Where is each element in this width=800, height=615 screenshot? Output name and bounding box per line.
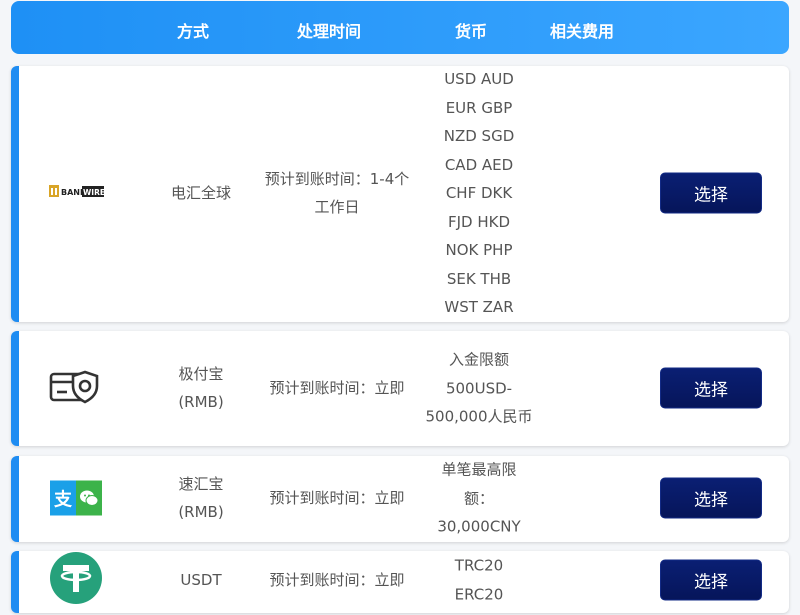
method-name: USDT [180, 571, 222, 589]
header-time: 处理时间 [297, 22, 362, 41]
currency-list: USD AUD EUR GBP NZD SGD CAD AED CHF DKK … [443, 69, 515, 316]
header-currency: 货币 [455, 22, 488, 41]
currency-list: TRC20 ERC20 [454, 556, 504, 604]
currency-note: 入金限额500USD-500,000人民币 [425, 350, 533, 426]
method-name: 电汇全球 [170, 184, 231, 202]
processing-time: 预计到账时间：1-4个工作日 [264, 170, 410, 216]
payment-row-jifubao: 极付宝(RMB) 预计到账时间：立即 入金限额500USD-500,000人民币… [11, 331, 789, 446]
alipay-icon: 支 [50, 480, 76, 516]
svg-text:WIRE: WIRE [83, 188, 105, 197]
wechat-icon [76, 480, 102, 516]
card-shield-icon [49, 366, 101, 410]
select-button[interactable]: 选择 [660, 477, 762, 519]
select-button[interactable]: 选择 [660, 172, 762, 214]
currency-note: 单笔最高限额：30,000CNY [437, 460, 521, 536]
payment-methods-page: 方式 处理时间 货币 相关费用 BANK WIRE 电汇全球 预计到账时间：1-… [0, 0, 800, 615]
bankwire-logo-icon: BANK WIRE [49, 183, 105, 203]
payment-row-suhuibao: 支 速汇宝(RMB) 预计到账时间：立即 单笔最高限额：30,000CNY 选择 [11, 456, 789, 542]
header-method: 方式 [177, 22, 210, 41]
payment-row-bankwire: BANK WIRE 电汇全球 预计到账时间：1-4个工作日 USD AUD EU… [11, 66, 789, 322]
method-name: 极付宝(RMB) [178, 365, 224, 411]
payment-row-usdt: USDT 预计到账时间：立即 TRC20 ERC20 选择 [11, 551, 789, 613]
alipay-wechat-icon: 支 [50, 480, 102, 516]
processing-time: 预计到账时间：立即 [269, 489, 405, 507]
method-name: 速汇宝(RMB) [178, 475, 224, 521]
select-button[interactable]: 选择 [660, 559, 762, 601]
processing-time: 预计到账时间：立即 [269, 379, 405, 397]
header-fee: 相关费用 [550, 22, 615, 41]
tether-icon [50, 552, 102, 608]
processing-time: 预计到账时间：立即 [269, 571, 405, 589]
table-header: 方式 处理时间 货币 相关费用 [11, 1, 789, 54]
select-button[interactable]: 选择 [660, 367, 762, 409]
